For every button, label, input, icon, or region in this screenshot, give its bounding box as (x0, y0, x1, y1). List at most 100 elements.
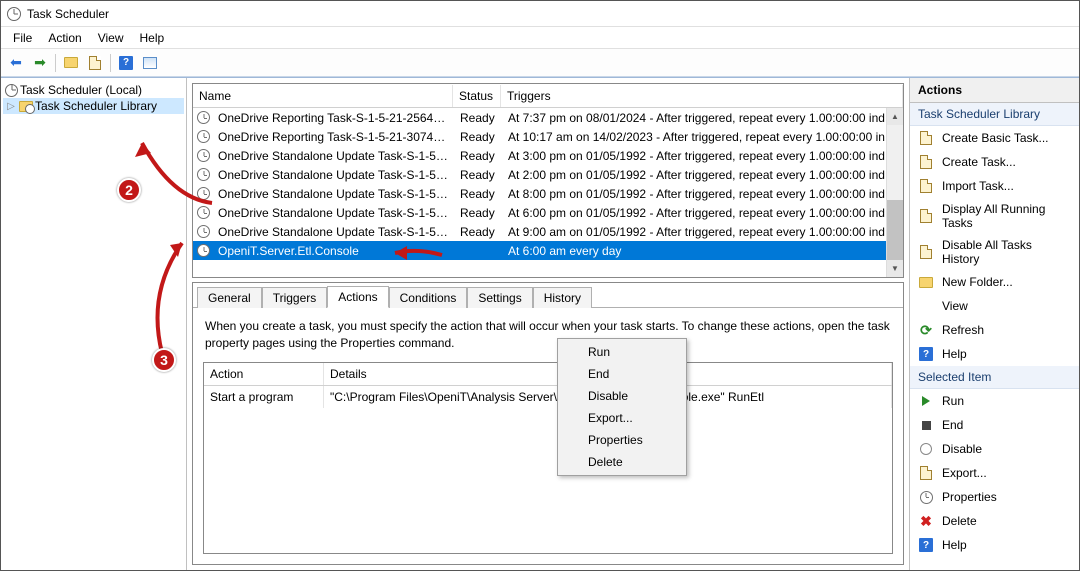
task-row[interactable]: OneDrive Standalone Update Task-S-1-5-21… (193, 222, 903, 241)
nav-forward-button[interactable]: ➡ (29, 52, 51, 74)
vertical-scrollbar[interactable]: ▲ ▼ (886, 108, 903, 277)
task-row[interactable]: OneDrive Reporting Task-S-1-5-21-3074037… (193, 127, 903, 146)
action-grid-header: Action Details (204, 363, 892, 386)
action-import-task-[interactable]: Import Task... (910, 174, 1079, 198)
arrow-left-icon: ⬅ (10, 54, 22, 71)
action-disable-all-tasks-history[interactable]: Disable All Tasks History (910, 234, 1079, 270)
ctx-run[interactable]: Run (558, 341, 686, 363)
help-icon: ? (919, 347, 933, 361)
arrow-right-icon: ➡ (34, 54, 46, 71)
toolbar-help-button[interactable]: ? (115, 52, 137, 74)
col-name[interactable]: Name (193, 85, 453, 107)
task-details-tabs: GeneralTriggersActionsConditionsSettings… (192, 282, 904, 565)
action-display-all-running-tasks[interactable]: Display All Running Tasks (910, 198, 1079, 234)
folder-icon (64, 57, 78, 68)
scroll-up-button[interactable]: ▲ (887, 108, 903, 125)
tab-triggers[interactable]: Triggers (262, 287, 328, 308)
action-label: Import Task... (942, 179, 1014, 193)
task-row[interactable]: OneDrive Standalone Update Task-S-1-5-21… (193, 184, 903, 203)
action-label: Help (942, 347, 967, 361)
tab-general[interactable]: General (197, 287, 262, 308)
ctx-export[interactable]: Export... (558, 407, 686, 429)
action-properties[interactable]: Properties (910, 485, 1079, 509)
action-delete[interactable]: ✖Delete (910, 509, 1079, 533)
action-end[interactable]: End (910, 413, 1079, 437)
task-row[interactable]: OneDrive Standalone Update Task-S-1-5-21… (193, 165, 903, 184)
action-col-action[interactable]: Action (204, 363, 324, 385)
tree-root[interactable]: Task Scheduler (Local) (3, 82, 184, 98)
action-new-folder-[interactable]: New Folder... (910, 270, 1079, 294)
action-label: Display All Running Tasks (942, 202, 1071, 230)
action-run[interactable]: Run (910, 389, 1079, 413)
grid-header: Name Status Triggers (193, 84, 903, 108)
col-status[interactable]: Status (453, 85, 501, 107)
tree-library[interactable]: ▷ Task Scheduler Library (3, 98, 184, 114)
action-create-task-[interactable]: Create Task... (910, 150, 1079, 174)
col-triggers[interactable]: Triggers (501, 85, 903, 107)
actions-pane: Actions Task Scheduler Library Create Ba… (909, 78, 1079, 570)
tabstrip: GeneralTriggersActionsConditionsSettings… (193, 283, 903, 307)
action-label: Disable (942, 442, 982, 456)
titlebar: Task Scheduler (1, 1, 1079, 27)
actions-section-selected: Selected Item (910, 366, 1079, 389)
action-help[interactable]: ? Help (910, 342, 1079, 366)
ctx-properties[interactable]: Properties (558, 429, 686, 451)
tab-conditions[interactable]: Conditions (389, 287, 468, 308)
annotation-step-3: 3 (152, 348, 176, 372)
task-row[interactable]: OpeniT.Server.Etl.ConsoleAt 6:00 am ever… (193, 241, 903, 260)
tab-history[interactable]: History (533, 287, 592, 308)
task-row[interactable]: OneDrive Standalone Update Task-S-1-5-21… (193, 203, 903, 222)
ctx-end[interactable]: End (558, 363, 686, 385)
action-refresh[interactable]: ⟳Refresh (910, 318, 1079, 342)
task-row[interactable]: OneDrive Standalone Update Task-S-1-5-21… (193, 146, 903, 165)
action-export-[interactable]: Export... (910, 461, 1079, 485)
scroll-down-button[interactable]: ▼ (887, 260, 903, 277)
tab-settings[interactable]: Settings (467, 287, 532, 308)
action-help[interactable]: ? Help (910, 533, 1079, 557)
action-label: Export... (942, 466, 987, 480)
menu-view[interactable]: View (90, 29, 132, 47)
toolbar-calendar-button[interactable] (139, 52, 161, 74)
task-icon (197, 111, 210, 124)
action-row[interactable]: Start a program "C:\Program Files\OpeniT… (204, 386, 892, 408)
menu-help[interactable]: Help (132, 29, 173, 47)
context-menu: RunEndDisableExport...PropertiesDelete (557, 338, 687, 476)
task-row[interactable]: OneDrive Reporting Task-S-1-5-21-2564085… (193, 108, 903, 127)
action-view[interactable]: View (910, 294, 1079, 318)
page-icon (920, 131, 932, 145)
action-label: Delete (942, 514, 977, 528)
disable-icon (920, 443, 932, 455)
help-icon: ? (919, 538, 933, 552)
ctx-disable[interactable]: Disable (558, 385, 686, 407)
window-title: Task Scheduler (27, 7, 109, 21)
scroll-thumb[interactable] (887, 200, 903, 260)
tree-root-label: Task Scheduler (Local) (20, 83, 142, 97)
task-name: OpeniT.Server.Etl.Console (212, 240, 454, 262)
expander-icon[interactable]: ▷ (5, 101, 17, 112)
tab-description: When you create a task, you must specify… (193, 307, 903, 362)
page-icon (920, 179, 932, 193)
action-create-basic-task-[interactable]: Create Basic Task... (910, 126, 1079, 150)
actions-section-library: Task Scheduler Library (910, 103, 1079, 126)
page-icon (920, 466, 932, 480)
menu-action[interactable]: Action (40, 29, 89, 47)
scheduler-icon (5, 84, 18, 97)
task-icon (197, 206, 210, 219)
stop-icon (922, 421, 931, 430)
action-disable[interactable]: Disable (910, 437, 1079, 461)
action-label: Refresh (942, 323, 984, 337)
app-icon (7, 7, 21, 21)
task-icon (197, 244, 210, 257)
task-icon (197, 187, 210, 200)
toolbar-pane-button[interactable] (60, 52, 82, 74)
action-label: Help (942, 538, 967, 552)
action-label: Properties (942, 490, 997, 504)
menu-file[interactable]: File (5, 29, 40, 47)
play-icon (922, 396, 930, 406)
nav-back-button[interactable]: ⬅ (5, 52, 27, 74)
ctx-delete[interactable]: Delete (558, 451, 686, 473)
tab-actions[interactable]: Actions (327, 286, 388, 308)
toolbar-properties-button[interactable] (84, 52, 106, 74)
tree-library-label: Task Scheduler Library (35, 99, 157, 113)
action-label: Run (942, 394, 964, 408)
